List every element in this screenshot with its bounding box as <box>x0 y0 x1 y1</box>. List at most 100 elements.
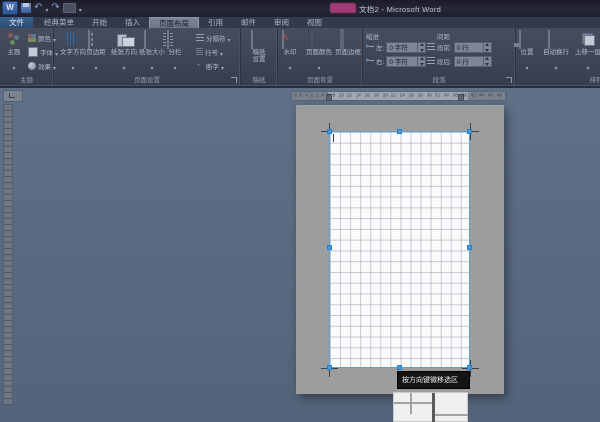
tab-mailings[interactable]: 邮件 <box>232 17 265 28</box>
indent-right-spinner[interactable] <box>417 56 425 67</box>
capture-selection-grid[interactable] <box>329 131 470 368</box>
group-paper: 稿纸 设置 稿纸 <box>241 28 278 85</box>
breaks-button[interactable]: 分隔符 <box>196 32 231 44</box>
spacing-before-field[interactable]: 0 行 <box>454 42 492 53</box>
ruler-number: 18 <box>374 93 379 99</box>
group-label-arrange: 排列 <box>556 74 600 84</box>
theme-fonts-icon <box>28 47 38 57</box>
tab-references[interactable]: 引用 <box>199 17 232 28</box>
document-area: 8642246810121416182022242628303234363842… <box>0 88 600 422</box>
page-color-icon <box>311 31 328 48</box>
text-direction-button[interactable]: A 文字方向 <box>59 31 87 75</box>
bring-forward-icon <box>580 31 597 48</box>
dropdown-caret-icon <box>288 57 291 75</box>
columns-icon <box>167 31 184 48</box>
indent-right-field[interactable]: 0 字符 <box>386 56 426 67</box>
tab-insert[interactable]: 插入 <box>116 17 149 28</box>
breaks-icon <box>196 34 204 42</box>
selection-handle-mid-right[interactable] <box>467 245 472 250</box>
dropdown-caret-icon <box>221 57 224 75</box>
dropdown-caret-icon <box>122 57 125 75</box>
spacing-before-icon <box>427 43 435 51</box>
ruler-number: 32 <box>435 93 440 99</box>
ruler-number: 14 <box>356 93 361 99</box>
tab-review[interactable]: 审阅 <box>265 17 298 28</box>
hyphenation-button[interactable]: 断字 <box>196 60 224 72</box>
orientation-button[interactable]: 纸张方向 <box>110 31 138 75</box>
indent-right-row: 右: 0 字符 <box>366 55 426 67</box>
paper-settings-button[interactable]: 稿纸 设置 <box>245 31 273 63</box>
indent-label: 缩进 <box>366 31 379 41</box>
ruler-number: 6 <box>300 93 302 99</box>
group-label-themes: 主题 <box>0 74 53 84</box>
ruler-number: 6 <box>327 93 329 99</box>
ruler-number: 36 <box>453 93 458 99</box>
bring-forward-button[interactable]: 上移一层 <box>572 31 600 75</box>
ribbon: 主题 颜色 字体 效果 主题 <box>0 28 600 85</box>
orientation-icon <box>116 31 133 48</box>
ruler-number: 4 <box>322 93 324 99</box>
ruler-number: 16 <box>365 93 370 99</box>
indent-left-field[interactable]: 0 字符 <box>386 42 426 53</box>
group-label-page-setup: 页面设置 <box>54 74 240 84</box>
hyphenation-icon <box>196 62 204 70</box>
qat-customize-icon[interactable] <box>79 0 82 17</box>
watermark-button[interactable]: A 水印 <box>278 31 302 75</box>
indent-left-spinner[interactable] <box>417 42 425 53</box>
redacted-blob <box>330 3 356 13</box>
spacing-label: 间距 <box>437 31 450 41</box>
selection-handle-top-mid[interactable] <box>397 129 402 134</box>
spacing-after-field[interactable]: 0 行 <box>454 56 492 67</box>
dropdown-caret-icon <box>525 57 528 75</box>
spacing-before-spinner[interactable] <box>483 42 491 53</box>
text-cursor <box>333 134 334 142</box>
qat-extra-icon[interactable] <box>63 3 76 13</box>
selection-handle-bottom-mid[interactable] <box>397 365 402 370</box>
save-button[interactable] <box>21 2 31 14</box>
indent-left-row: 左: 0 字符 <box>366 41 426 53</box>
tab-page-layout[interactable]: 页面布局 <box>149 17 199 28</box>
tab-selector[interactable] <box>3 90 23 102</box>
themes-button[interactable]: 主题 <box>1 31 27 75</box>
magnifier-preview <box>393 392 468 422</box>
h-ruler-numbers: 8642246810121416182022242628303234363842… <box>294 92 503 100</box>
dropdown-caret-icon <box>173 57 176 75</box>
selection-handle-top-left[interactable] <box>327 129 332 134</box>
line-numbers-button[interactable]: 行号 <box>196 46 223 58</box>
selection-handle-bottom-left[interactable] <box>327 365 332 370</box>
window-title: 文档2 - Microsoft Word <box>359 4 441 15</box>
undo-dropdown-icon[interactable] <box>45 0 48 17</box>
margins-button[interactable]: 页边距 <box>85 31 107 75</box>
theme-effects-button[interactable]: 效果 <box>28 60 56 72</box>
selection-handle-top-right[interactable] <box>467 129 472 134</box>
ruler-number: 8 <box>294 93 296 99</box>
position-button[interactable]: 位置 <box>514 31 540 75</box>
tab-file[interactable]: 文件 <box>0 17 33 28</box>
undo-button[interactable]: ↶ <box>34 2 42 14</box>
redo-button[interactable]: ↷ <box>51 2 59 14</box>
columns-button[interactable]: 分栏 <box>164 31 186 75</box>
tab-home[interactable]: 开始 <box>83 17 116 28</box>
wrap-text-button[interactable]: 自动换行 <box>540 31 572 75</box>
margins-icon <box>88 31 105 48</box>
ruler-number: 12 <box>347 93 352 99</box>
page-borders-button[interactable]: 页面边框 <box>334 31 362 56</box>
ruler-number: 28 <box>418 93 423 99</box>
tab-classic-menu[interactable]: 经典菜单 <box>35 17 83 28</box>
magnifier-dark-line <box>432 393 435 422</box>
ruler-number: 30 <box>427 93 432 99</box>
page-borders-icon <box>340 31 357 48</box>
ruler-number: 44 <box>479 93 484 99</box>
theme-colors-button[interactable]: 颜色 <box>28 32 56 44</box>
ruler-number: 38 <box>462 93 467 99</box>
dropdown-caret-icon <box>228 29 231 47</box>
spacing-after-spinner[interactable] <box>483 56 491 67</box>
page-color-button[interactable]: 页面颜色 <box>303 31 335 75</box>
word-logo-icon[interactable]: W <box>2 1 18 15</box>
ruler-number: 46 <box>488 93 493 99</box>
selection-handle-bottom-right[interactable] <box>467 365 472 370</box>
selection-handle-mid-left[interactable] <box>327 245 332 250</box>
tab-view[interactable]: 视图 <box>298 17 331 28</box>
paper-settings-icon <box>251 31 268 48</box>
group-page-setup: A 文字方向 页边距 纸张方向 纸张大小 分栏 <box>54 28 241 85</box>
